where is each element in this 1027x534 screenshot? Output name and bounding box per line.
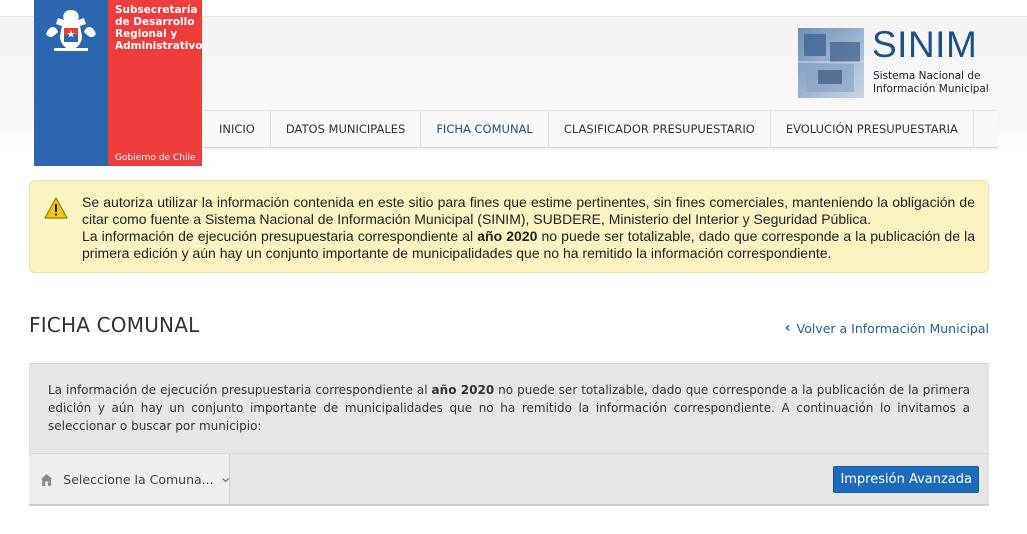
main-nav: INICIO DATOS MUNICIPALES FICHA COMUNAL C… — [204, 110, 998, 148]
nav-item-clasificador-presupuestario[interactable]: CLASIFICADOR PRESUPUESTARIO — [549, 111, 771, 148]
panel-bottom-border — [29, 504, 989, 506]
gov-logo[interactable]: Subsecretaría de Desarrollo Regional y A… — [34, 0, 202, 166]
notice-text: Se autoriza utilizar la información cont… — [82, 194, 975, 262]
sinim-logo[interactable]: SINIM Sistema Nacional de Información Mu… — [796, 22, 996, 102]
search-panel: La información de ejecución presupuestar… — [29, 363, 989, 506]
gov-logo-blue-panel — [34, 0, 108, 166]
gov-footer-text: Gobierno de Chile — [115, 153, 196, 163]
notice-line-2: La información de ejecución presupuestar… — [82, 228, 975, 262]
sinim-subtitle-line: Información Municipal — [873, 83, 989, 95]
chevron-down-icon — [221, 477, 229, 482]
page-title: FICHA COMUNAL — [29, 313, 200, 337]
sinim-subtitle: Sistema Nacional de Información Municipa… — [873, 70, 1003, 96]
gov-org-line: Administrativo — [115, 40, 203, 52]
nav-item-evolucion-presupuestaria[interactable]: EVOLUCIÓN PRESUPUESTARIA — [771, 111, 974, 148]
back-link-label: Volver a Información Municipal — [796, 320, 989, 336]
sinim-logo-image — [798, 28, 864, 98]
warning-notice: Se autoriza utilizar la información cont… — [29, 180, 989, 273]
notice-line-1: Se autoriza utilizar la información cont… — [82, 194, 975, 227]
nav-item-datos-municipales[interactable]: DATOS MUNICIPALES — [271, 111, 422, 148]
warning-icon — [44, 197, 68, 219]
panel-text-part: La información de ejecución presupuestar… — [48, 383, 432, 397]
gov-org-line: Subsecretaría — [115, 4, 198, 16]
comuna-select[interactable]: Seleccione la Comuna... — [29, 454, 230, 505]
nav-item-ficha-comunal[interactable]: FICHA COMUNAL — [421, 111, 549, 148]
nav-item-inicio[interactable]: INICIO — [204, 111, 271, 148]
panel-year: año 2020 — [431, 383, 495, 397]
sinim-subtitle-line: Sistema Nacional de — [873, 70, 981, 82]
back-link[interactable]: ‹ Volver a Información Municipal — [785, 320, 989, 336]
gov-org-line: Regional y — [115, 28, 178, 40]
panel-controls: Seleccione la Comuna... Impresión Avanza… — [29, 453, 989, 505]
coat-of-arms-icon — [46, 10, 96, 51]
gov-org-name: Subsecretaría de Desarrollo Regional y A… — [115, 4, 205, 52]
gov-org-line: de Desarrollo — [115, 16, 195, 28]
sinim-title: SINIM — [872, 24, 978, 65]
comuna-select-label: Seleccione la Comuna... — [63, 472, 214, 487]
notice-text-part: La información de ejecución presupuestar… — [82, 228, 478, 244]
advanced-print-button[interactable]: Impresión Avanzada — [833, 466, 979, 493]
panel-text: La información de ejecución presupuestar… — [48, 381, 970, 435]
chevron-left-icon: ‹ — [784, 320, 791, 336]
notice-year: año 2020 — [477, 228, 538, 244]
home-icon — [40, 473, 53, 486]
